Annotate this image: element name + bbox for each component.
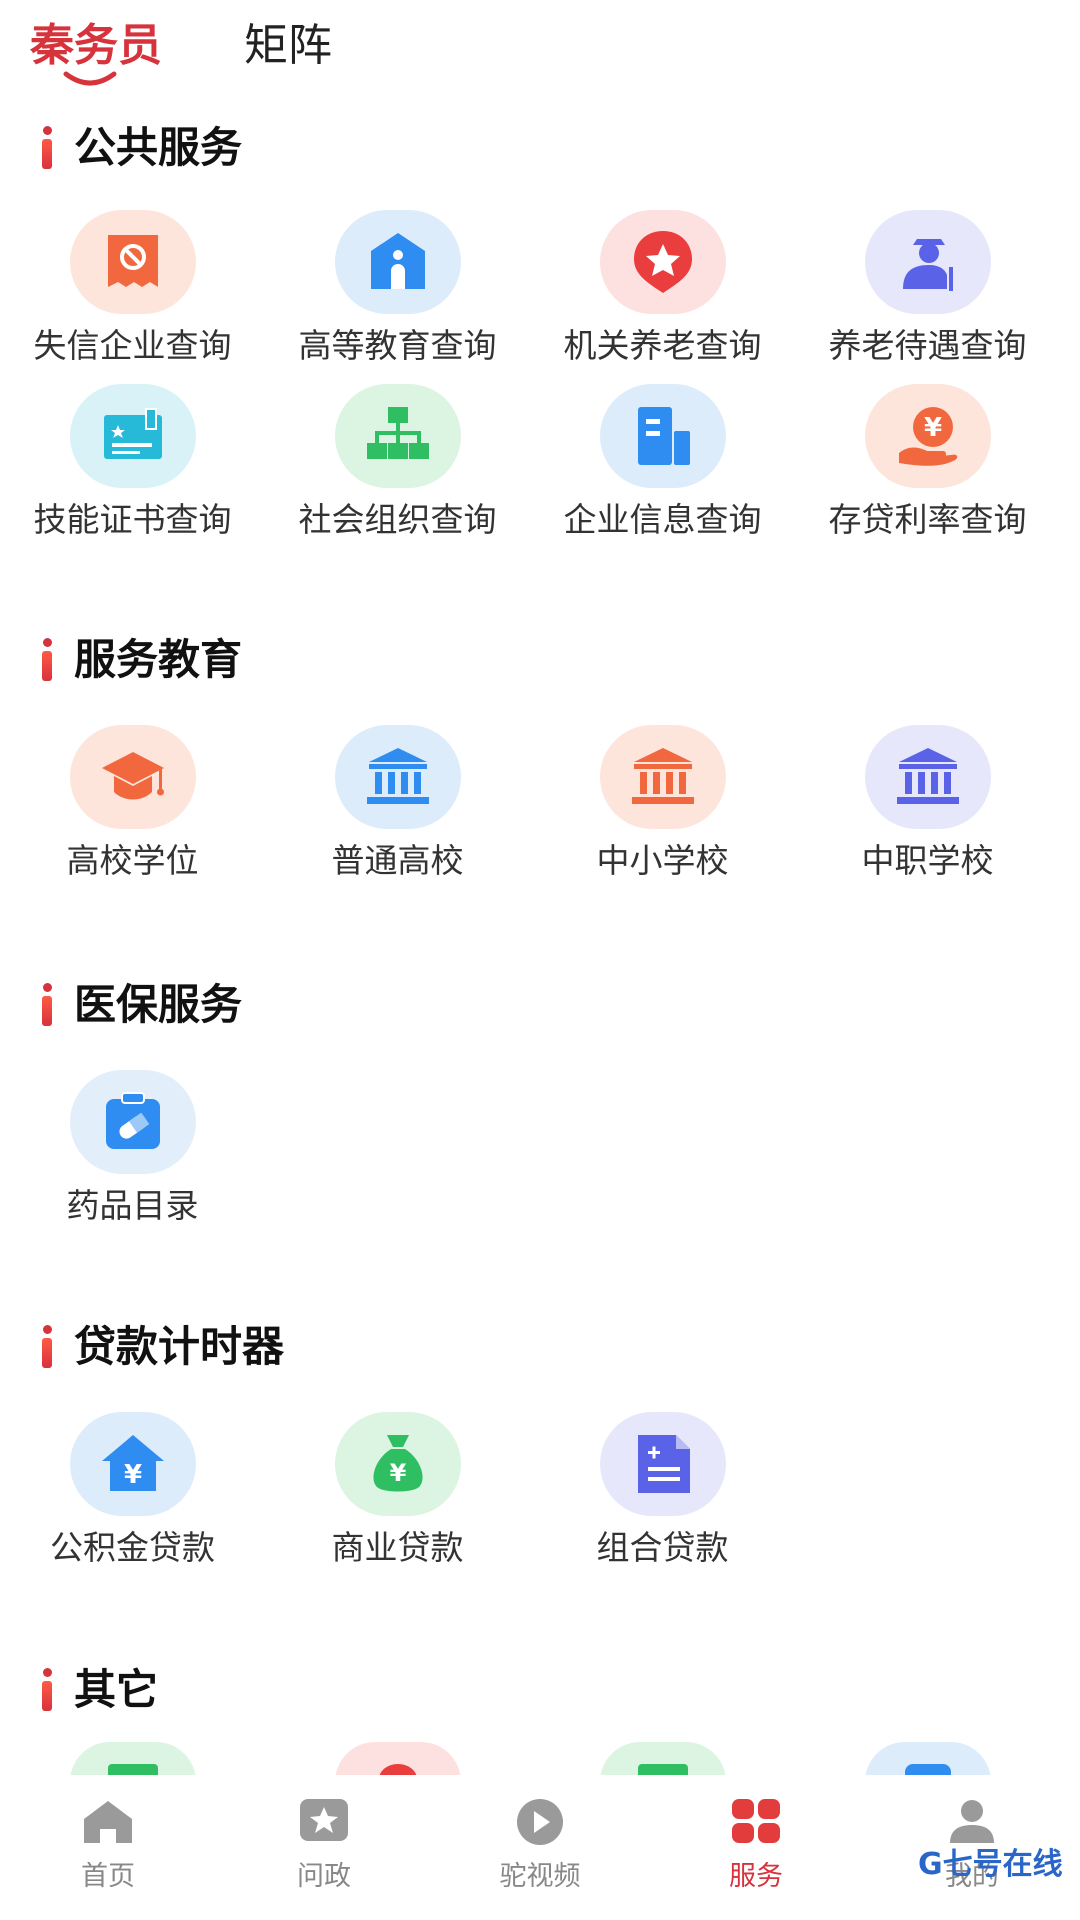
- service-item-pension-benefits[interactable]: 养老待遇查询: [795, 210, 1060, 380]
- svg-text:¥: ¥: [124, 1460, 142, 1490]
- forbidden-doc-icon: [70, 210, 196, 314]
- section-marker-icon: [40, 1325, 54, 1369]
- item-label: 普通高校: [331, 841, 464, 880]
- service-item-primary-secondary-school[interactable]: 中小学校: [530, 725, 795, 895]
- service-item-regular-university[interactable]: 普通高校: [265, 725, 530, 895]
- section-others: 其它: [0, 1660, 1080, 1740]
- service-item-vocational-school[interactable]: 中职学校: [795, 725, 1060, 895]
- grid-apps-icon: [732, 1799, 780, 1843]
- item-label: 社会组织查询: [298, 500, 497, 539]
- item-label: 公积金贷款: [50, 1528, 215, 1567]
- service-item-dishonest-enterprise[interactable]: 失信企业查询: [0, 210, 265, 380]
- service-item-deposit-loan-rate[interactable]: ¥ 存贷利率查询: [795, 384, 1060, 554]
- item-label: 机关养老查询: [563, 326, 762, 365]
- star-badge-icon: [600, 210, 726, 314]
- item-label: 高等教育查询: [298, 326, 497, 365]
- section-title: 医保服务: [74, 980, 243, 1029]
- school-building-icon: [335, 210, 461, 314]
- star-chat-icon: [300, 1799, 348, 1841]
- service-item-university-degree[interactable]: 高校学位: [0, 725, 265, 895]
- watermark-logo: G七号在线: [918, 1847, 1063, 1882]
- graduation-cap-icon: [70, 725, 196, 829]
- item-label: 中小学校: [596, 841, 729, 880]
- home-icon: [84, 1801, 132, 1843]
- section-header: 贷款计时器: [40, 1317, 284, 1377]
- service-item-commercial-loan[interactable]: ¥ 商业贷款: [265, 1412, 530, 1582]
- section-marker-icon: [40, 983, 54, 1027]
- section-marker-icon: [40, 638, 54, 682]
- svg-text:¥: ¥: [924, 413, 942, 443]
- item-label: 中职学校: [861, 841, 994, 880]
- service-item-skill-certificate[interactable]: 技能证书查询: [0, 384, 265, 554]
- nav-label: 驼视频: [499, 1861, 581, 1892]
- item-label: 失信企业查询: [33, 326, 232, 365]
- certificate-icon: [70, 384, 196, 488]
- top-tab-bar: 秦务员 矩阵: [0, 0, 1080, 110]
- tab-qinwuyuan[interactable]: 秦务员: [30, 18, 162, 74]
- nav-home[interactable]: 首页: [0, 1775, 216, 1920]
- nav-tuo-video[interactable]: 驼视频: [432, 1775, 648, 1920]
- svg-text:¥: ¥: [390, 1459, 407, 1487]
- item-label: 组合贷款: [596, 1528, 729, 1567]
- item-label: 企业信息查询: [563, 500, 762, 539]
- house-yuan-icon: ¥: [70, 1412, 196, 1516]
- elder-person-icon: [865, 210, 991, 314]
- service-item-agency-pension[interactable]: 机关养老查询: [530, 210, 795, 380]
- service-item-combined-loan[interactable]: 组合贷款: [530, 1412, 795, 1582]
- section-public-services: 公共服务 失信企业查询 高等教育查询 机关养老查询 养老待遇查询 技能证书查询 …: [0, 118, 1080, 558]
- section-medical-insurance: 医保服务 药品目录: [0, 975, 1080, 1235]
- nav-label: 问政: [297, 1861, 351, 1892]
- section-header: 医保服务: [40, 975, 242, 1035]
- item-label: 技能证书查询: [33, 500, 232, 539]
- section-header: 服务教育: [40, 630, 242, 690]
- service-item-enterprise-info[interactable]: 企业信息查询: [530, 384, 795, 554]
- section-marker-icon: [40, 126, 54, 170]
- item-label: 高校学位: [66, 841, 199, 880]
- org-chart-icon: [335, 384, 461, 488]
- service-item-provident-fund-loan[interactable]: ¥ 公积金贷款: [0, 1412, 265, 1582]
- section-education-services: 服务教育 高校学位 普通高校 中小学校 中职学校: [0, 630, 1080, 890]
- service-item-social-organization[interactable]: 社会组织查询: [265, 384, 530, 554]
- nav-services[interactable]: 服务: [648, 1775, 864, 1920]
- section-title: 公共服务: [74, 123, 243, 172]
- nav-label: 服务: [729, 1861, 783, 1892]
- item-label: 商业贷款: [331, 1528, 464, 1567]
- section-title: 其它: [74, 1665, 159, 1714]
- institution-icon: [600, 725, 726, 829]
- user-icon: [950, 1800, 994, 1843]
- section-title: 服务教育: [74, 635, 243, 684]
- play-icon: [517, 1799, 563, 1845]
- section-header: 公共服务: [40, 118, 242, 178]
- tab-active-indicator: [63, 71, 117, 86]
- institution-icon: [865, 725, 991, 829]
- section-header: 其它: [40, 1660, 158, 1720]
- institution-icon: [335, 725, 461, 829]
- item-label: 存贷利率查询: [828, 500, 1027, 539]
- service-item-higher-education[interactable]: 高等教育查询: [265, 210, 530, 380]
- tab-juzhen[interactable]: 矩阵: [244, 18, 332, 74]
- service-item-drug-catalog[interactable]: 药品目录: [0, 1070, 265, 1240]
- item-label: 养老待遇查询: [828, 326, 1027, 365]
- section-marker-icon: [40, 1668, 54, 1712]
- office-building-icon: [600, 384, 726, 488]
- calculator-doc-icon: [600, 1412, 726, 1516]
- nav-wenzheng[interactable]: 问政: [216, 1775, 432, 1920]
- nav-label: 首页: [81, 1861, 135, 1892]
- hand-coin-icon: ¥: [865, 384, 991, 488]
- item-label: 药品目录: [66, 1186, 199, 1225]
- medicine-kit-icon: [70, 1070, 196, 1174]
- section-title: 贷款计时器: [74, 1322, 285, 1371]
- money-bag-icon: ¥: [335, 1412, 461, 1516]
- section-loan-calculator: 贷款计时器 ¥ 公积金贷款 ¥ 商业贷款 组合贷款: [0, 1317, 1080, 1577]
